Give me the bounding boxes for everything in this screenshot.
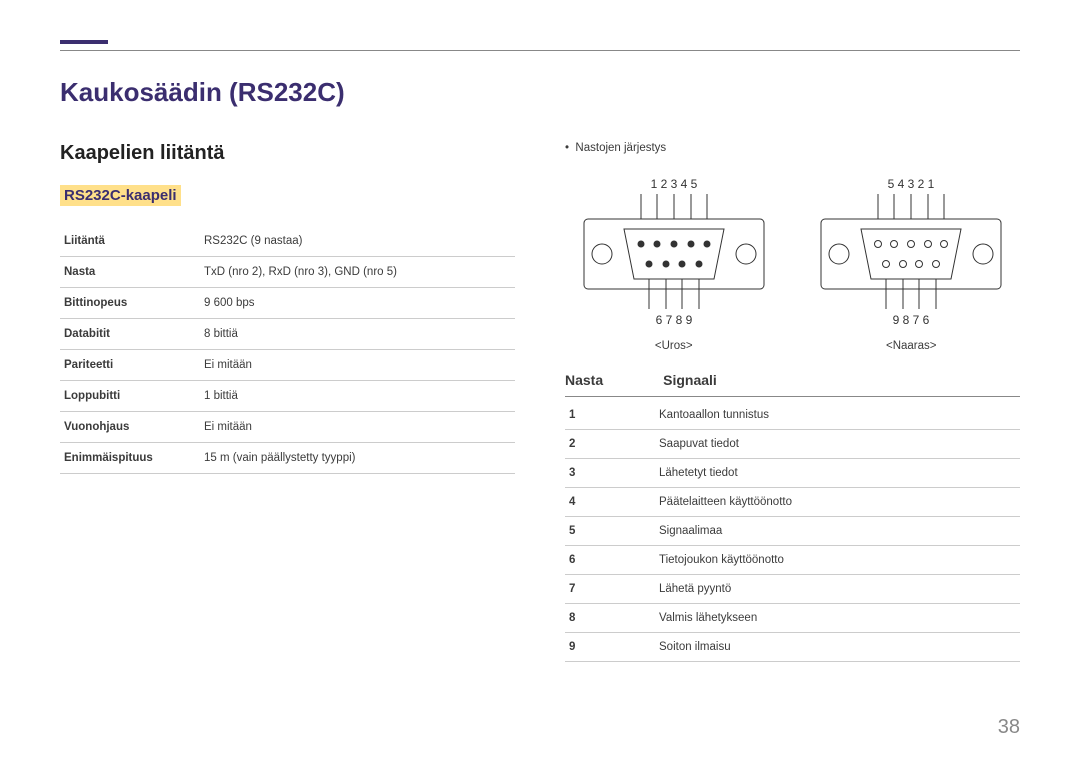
pin-table: 1Kantoaallon tunnistus2Saapuvat tiedot3L… (565, 401, 1020, 662)
spec-label: Enimmäispituus (60, 443, 200, 474)
pin-number: 7 (565, 575, 655, 604)
table-row: 6Tietojoukon käyttöönotto (565, 546, 1020, 575)
spec-label: Pariteetti (60, 350, 200, 381)
pin-signal: Tietojoukon käyttöönotto (655, 546, 1020, 575)
pin-table-header: Nasta Signaali (565, 372, 1020, 397)
pin-number: 1 (565, 401, 655, 430)
male-label: <Uros> (574, 340, 774, 352)
pin-col-head: Nasta (565, 372, 603, 388)
connectors-row: 1 2 3 4 5 (565, 174, 1020, 352)
pin-signal: Signaalimaa (655, 517, 1020, 546)
page-number: 38 (998, 716, 1020, 739)
pin-number: 5 (565, 517, 655, 546)
table-row: 1Kantoaallon tunnistus (565, 401, 1020, 430)
spec-label: Vuonohjaus (60, 412, 200, 443)
spec-value: Ei mitään (200, 350, 515, 381)
table-row: NastaTxD (nro 2), RxD (nro 3), GND (nro … (60, 257, 515, 288)
table-row: 5Signaalimaa (565, 517, 1020, 546)
db9-female-icon: 5 4 3 2 1 (811, 174, 1011, 334)
spec-value: 15 m (vain päällystetty tyyppi) (200, 443, 515, 474)
table-row: 9Soiton ilmaisu (565, 633, 1020, 662)
accent-bar (60, 40, 108, 44)
right-column: • Nastojen järjestys 1 2 3 4 5 (565, 142, 1020, 662)
svg-text:1 2 3 4 5: 1 2 3 4 5 (650, 177, 697, 191)
table-row: Loppubitti1 bittiä (60, 381, 515, 412)
pin-signal: Päätelaitteen käyttöönotto (655, 488, 1020, 517)
table-row: PariteettiEi mitään (60, 350, 515, 381)
spec-value: Ei mitään (200, 412, 515, 443)
spec-label: Databitit (60, 319, 200, 350)
pin-signal: Kantoaallon tunnistus (655, 401, 1020, 430)
pin-signal: Valmis lähetykseen (655, 604, 1020, 633)
spec-table: LiitäntäRS232C (9 nastaa)NastaTxD (nro 2… (60, 226, 515, 474)
pin-number: 4 (565, 488, 655, 517)
spec-value: RS232C (9 nastaa) (200, 226, 515, 257)
svg-text:5 4 3 2 1: 5 4 3 2 1 (888, 177, 935, 191)
pin-order-label: • Nastojen järjestys (565, 142, 1020, 154)
table-row: 7Lähetä pyyntö (565, 575, 1020, 604)
table-row: Enimmäispituus15 m (vain päällystetty ty… (60, 443, 515, 474)
spec-value: TxD (nro 2), RxD (nro 3), GND (nro 5) (200, 257, 515, 288)
female-label: <Naaras> (811, 340, 1011, 352)
sig-col-head: Signaali (663, 372, 717, 388)
connector-female: 5 4 3 2 1 (811, 174, 1011, 352)
table-row: Databitit8 bittiä (60, 319, 515, 350)
table-row: Bittinopeus9 600 bps (60, 288, 515, 319)
table-row: 2Saapuvat tiedot (565, 430, 1020, 459)
table-row: 8Valmis lähetykseen (565, 604, 1020, 633)
pin-signal: Soiton ilmaisu (655, 633, 1020, 662)
table-row: VuonohjausEi mitään (60, 412, 515, 443)
top-rule (60, 50, 1020, 51)
pin-number: 9 (565, 633, 655, 662)
spec-label: Loppubitti (60, 381, 200, 412)
table-row: 3Lähetetyt tiedot (565, 459, 1020, 488)
pin-number: 6 (565, 546, 655, 575)
svg-text:9 8 7 6: 9 8 7 6 (893, 313, 930, 327)
spec-label: Liitäntä (60, 226, 200, 257)
left-column: Kaapelien liitäntä RS232C-kaapeli Liitän… (60, 142, 515, 662)
pin-signal: Lähetä pyyntö (655, 575, 1020, 604)
pin-number: 8 (565, 604, 655, 633)
svg-text:6 7 8 9: 6 7 8 9 (655, 313, 692, 327)
pin-number: 3 (565, 459, 655, 488)
pin-number: 2 (565, 430, 655, 459)
connector-male: 1 2 3 4 5 (574, 174, 774, 352)
cable-heading: RS232C-kaapeli (60, 185, 181, 206)
table-row: 4Päätelaitteen käyttöönotto (565, 488, 1020, 517)
pin-signal: Saapuvat tiedot (655, 430, 1020, 459)
page-title: Kaukosäädin (RS232C) (60, 77, 1020, 108)
section-subtitle: Kaapelien liitäntä (60, 142, 515, 165)
spec-label: Bittinopeus (60, 288, 200, 319)
spec-label: Nasta (60, 257, 200, 288)
spec-value: 8 bittiä (200, 319, 515, 350)
table-row: LiitäntäRS232C (9 nastaa) (60, 226, 515, 257)
spec-value: 1 bittiä (200, 381, 515, 412)
spec-value: 9 600 bps (200, 288, 515, 319)
db9-male-icon: 1 2 3 4 5 (574, 174, 774, 334)
pin-signal: Lähetetyt tiedot (655, 459, 1020, 488)
